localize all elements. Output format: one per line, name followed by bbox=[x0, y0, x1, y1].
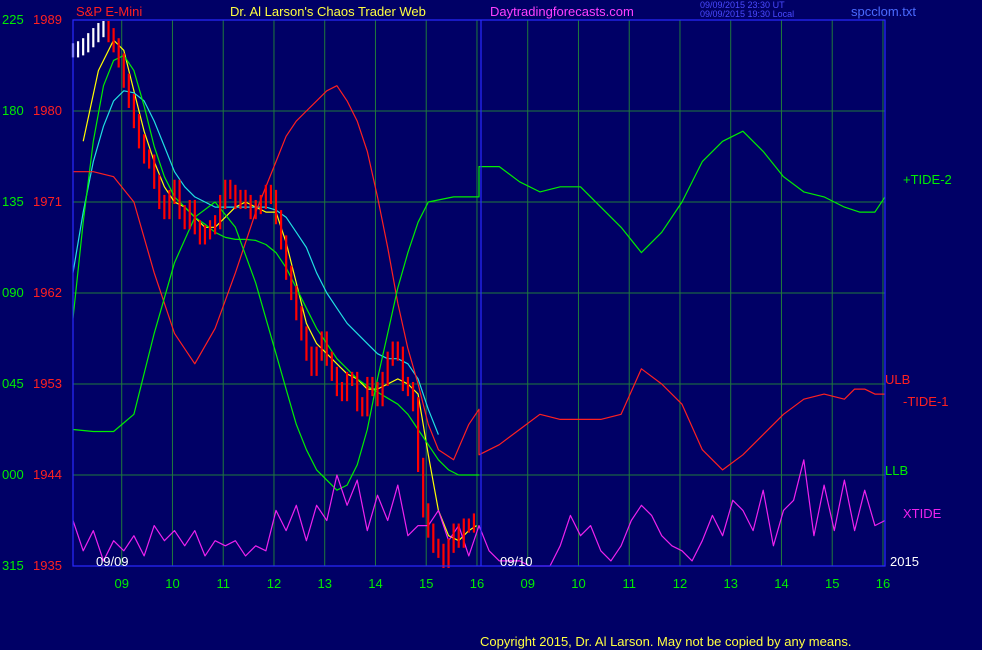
symbol-label: S&P E-Mini bbox=[76, 4, 142, 19]
right-label: ULB bbox=[885, 372, 910, 387]
x-tick-label: 09 bbox=[520, 576, 534, 591]
x-tick-label: 11 bbox=[216, 576, 230, 591]
right-label: +TIDE-2 bbox=[903, 172, 952, 187]
price-tick-label: 1935 bbox=[33, 558, 62, 573]
chart-title: Dr. Al Larson's Chaos Trader Web bbox=[230, 4, 426, 19]
x-tick-label: 16 bbox=[470, 576, 484, 591]
site-label: Daytradingforecasts.com bbox=[490, 4, 634, 19]
y-tick-label: 045 bbox=[2, 376, 24, 391]
x-tick-label: 16 bbox=[876, 576, 890, 591]
y-tick-label: 315 bbox=[2, 558, 24, 573]
x-tick-label: 12 bbox=[267, 576, 281, 591]
y-tick-label: 225 bbox=[2, 12, 24, 27]
right-label: LLB bbox=[885, 463, 908, 478]
price-tick-label: 1971 bbox=[33, 194, 62, 209]
price-tick-label: 1944 bbox=[33, 467, 62, 482]
timestamp-local: 09/09/2015 19:30 Local bbox=[700, 9, 794, 19]
x-tick-label: 13 bbox=[317, 576, 331, 591]
chart: S&P E-Mini Dr. Al Larson's Chaos Trader … bbox=[0, 0, 982, 650]
x-tick-label: 13 bbox=[723, 576, 737, 591]
y-tick-label: 180 bbox=[2, 103, 24, 118]
x-tick-label: 15 bbox=[419, 576, 433, 591]
price-tick-label: 1989 bbox=[33, 12, 62, 27]
y-tick-label: 000 bbox=[2, 467, 24, 482]
y-tick-label: 135 bbox=[2, 194, 24, 209]
x-tick-label: 14 bbox=[774, 576, 788, 591]
file-label: spcclom.txt bbox=[851, 4, 916, 19]
x-tick-label: 14 bbox=[368, 576, 382, 591]
y-tick-label: 090 bbox=[2, 285, 24, 300]
copyright: Copyright 2015, Dr. Al Larson. May not b… bbox=[480, 634, 851, 649]
right-label: -TIDE-1 bbox=[903, 394, 949, 409]
x-tick-label: 15 bbox=[825, 576, 839, 591]
x-tick-label: 11 bbox=[622, 576, 636, 591]
year-label: 2015 bbox=[890, 554, 919, 569]
right-label: XTIDE bbox=[903, 506, 942, 521]
x-tick-label: 10 bbox=[571, 576, 585, 591]
price-tick-label: 1953 bbox=[33, 376, 62, 391]
date-label: 09/10 bbox=[500, 554, 533, 569]
price-tick-label: 1980 bbox=[33, 103, 62, 118]
date-label: 09/09 bbox=[96, 554, 129, 569]
price-tick-label: 1962 bbox=[33, 285, 62, 300]
x-tick-label: 12 bbox=[673, 576, 687, 591]
x-tick-label: 09 bbox=[114, 576, 128, 591]
x-tick-label: 10 bbox=[165, 576, 179, 591]
